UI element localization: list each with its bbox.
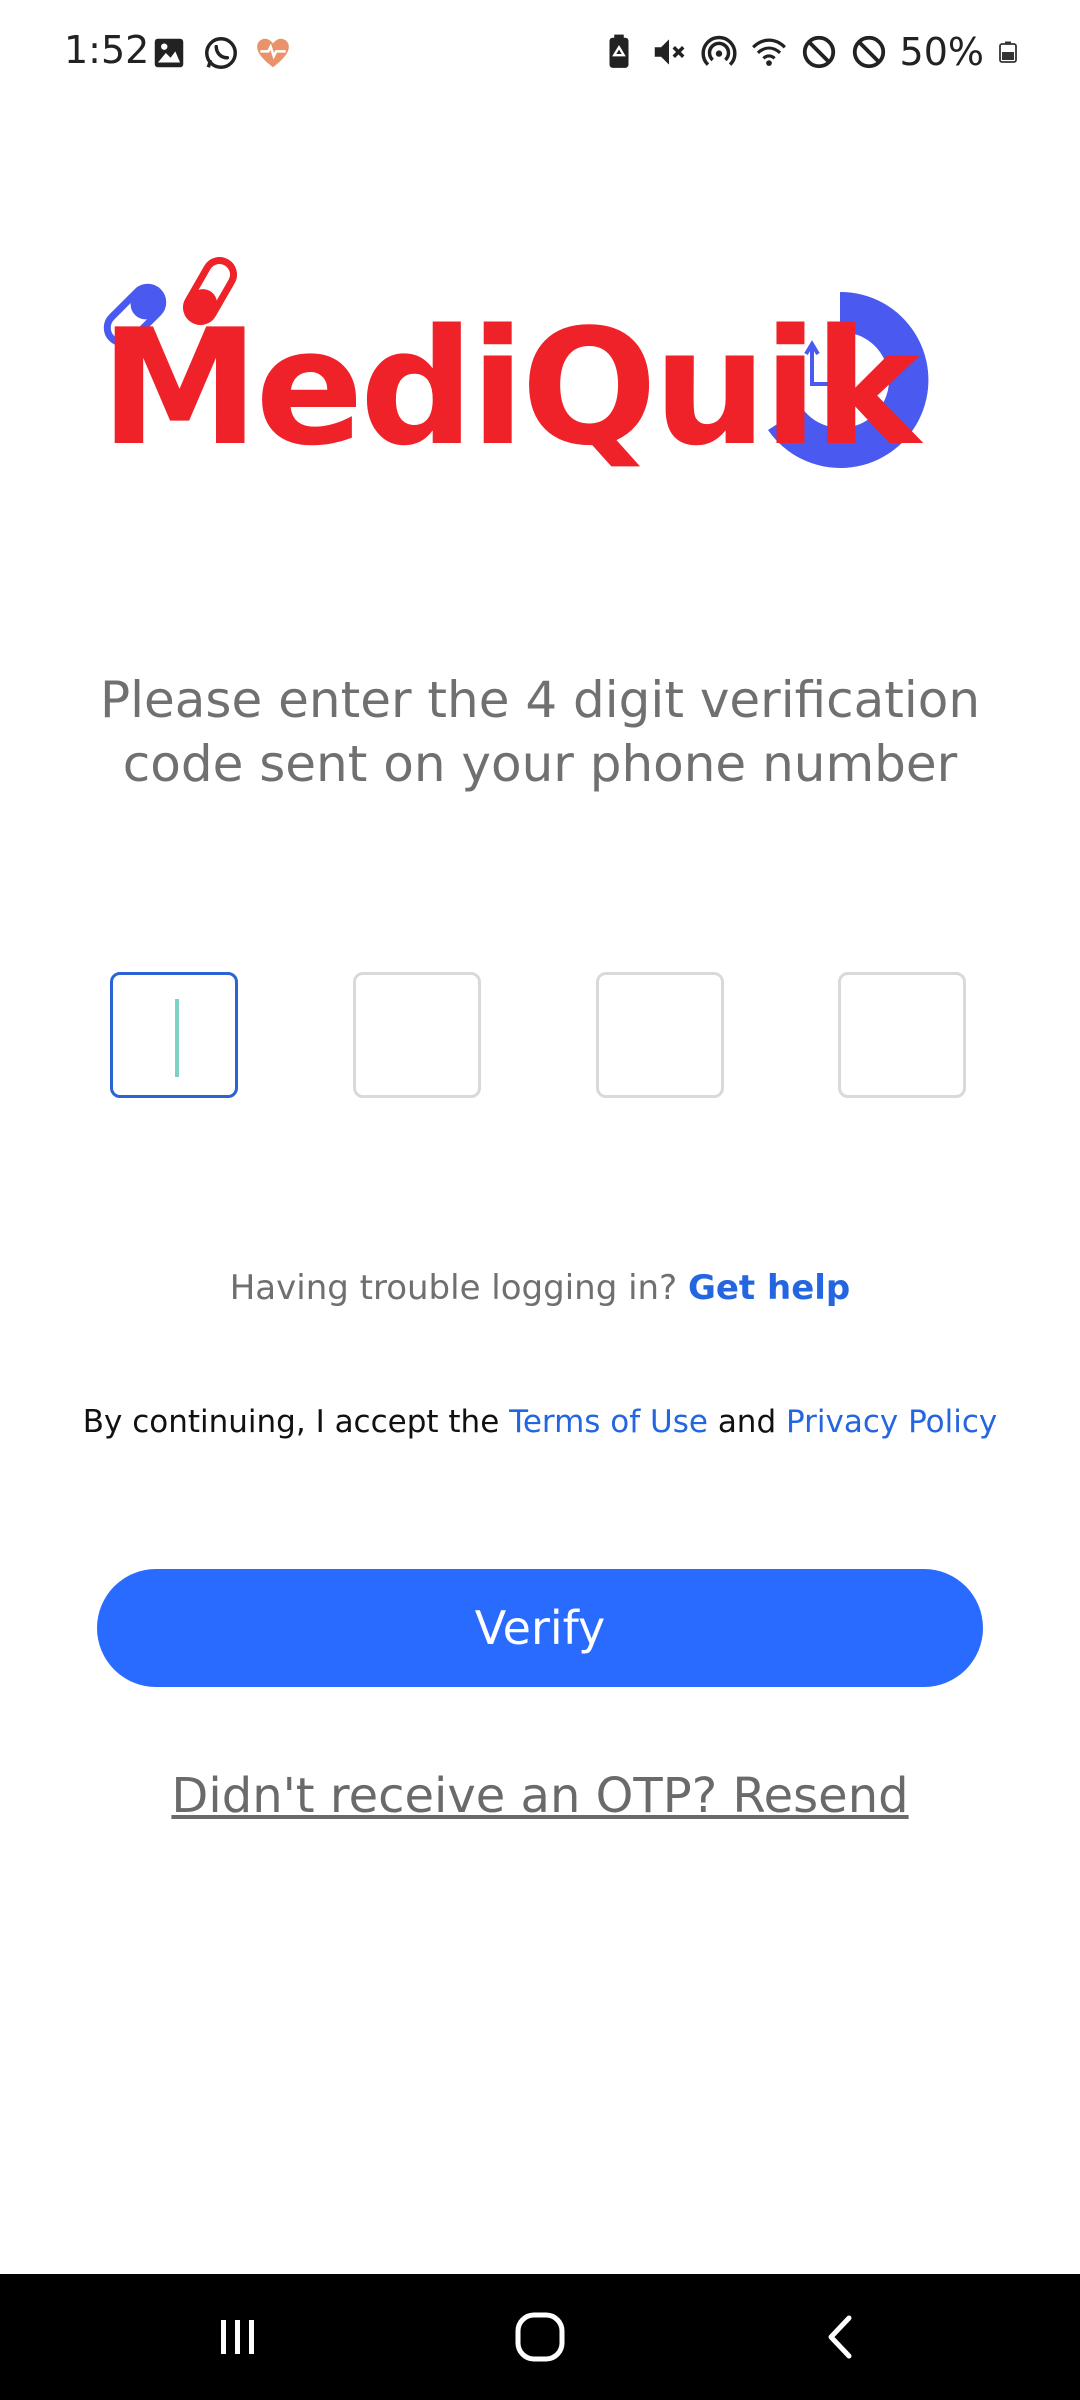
mute-icon [654,39,685,65]
home-icon [515,2312,565,2362]
battery-icon [999,41,1017,63]
verify-button-label: Verify [474,1601,606,1655]
text-cursor [175,999,179,1077]
wifi-icon [751,38,786,66]
help-line: Having trouble logging in? Get help [0,1268,1080,1308]
brand-wordmark: MediQuik [100,294,920,481]
terms-conjunction: and [717,1404,777,1440]
mediquik-logo: MediQuik [100,250,950,500]
heart-rate-icon [257,38,289,68]
battery-saver-icon [609,34,629,68]
terms-line: By continuing, I accept the Terms of Use… [0,1404,1080,1440]
recent-apps-button[interactable] [158,2274,318,2400]
block-icon [802,35,835,69]
resend-otp-link[interactable]: Didn't receive an OTP? Resend [0,1768,1080,1824]
help-prompt: Having trouble logging in? [229,1268,678,1308]
verify-button[interactable]: Verify [97,1569,983,1687]
home-button[interactable] [460,2274,620,2400]
terms-of-use-link[interactable]: Terms of Use [509,1404,708,1440]
battery-percent: 50% [899,30,984,74]
otp-digit-4[interactable] [838,972,966,1098]
hotspot-icon [700,35,737,66]
gallery-icon [154,38,184,68]
status-time: 1:52 [64,28,150,72]
status-bar: 1:52 50% [0,0,1080,108]
back-icon [828,2315,852,2359]
status-system-icons: 50% [600,30,1020,74]
terms-prefix: By continuing, I accept the [82,1404,500,1440]
recent-apps-icon [221,2320,254,2354]
otp-digit-1[interactable] [110,972,238,1098]
privacy-policy-link[interactable]: Privacy Policy [786,1404,997,1440]
otp-digit-2[interactable] [353,972,481,1098]
whatsapp-icon [205,37,237,69]
system-navigation-bar [0,2274,1080,2400]
block-icon [852,35,885,69]
otp-digit-3[interactable] [596,972,724,1098]
otp-input-group [110,972,970,1102]
back-button[interactable] [762,2274,922,2400]
otp-verification-screen: 1:52 50% MediQuik Please enter the 4 dig… [0,0,1080,2400]
status-notification-icons [150,34,292,72]
get-help-link[interactable]: Get help [688,1268,850,1308]
verification-instruction: Please enter the 4 digit verification co… [99,671,981,793]
